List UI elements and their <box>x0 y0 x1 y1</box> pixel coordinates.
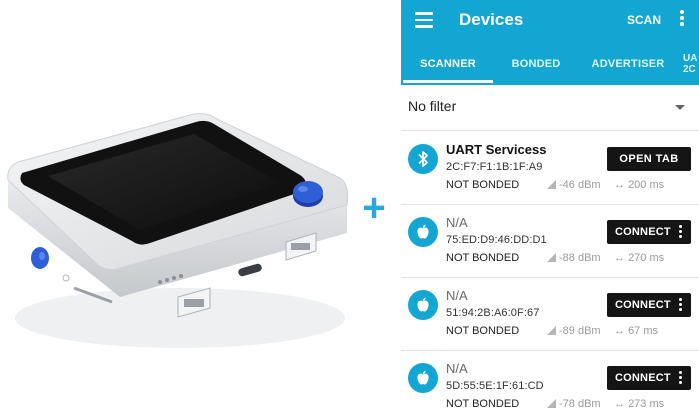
device-mac: 2C:F7:F1:1B:1F:A9 <box>446 161 543 173</box>
device-name: N/A <box>446 361 468 376</box>
plus-separator: + <box>362 186 386 230</box>
divider <box>401 204 699 205</box>
interval: ↔ 200 ms <box>614 179 664 191</box>
connect-button[interactable]: CONNECT <box>607 366 691 390</box>
bond-status: NOT BONDED <box>446 179 520 191</box>
page-title: Devices <box>459 10 524 29</box>
rssi: -46 dBm <box>547 179 601 191</box>
devices-app: Devices SCAN SCANNER BONDED ADVERTISER U… <box>401 0 699 419</box>
connect-label: CONNECT <box>615 372 671 384</box>
device-mac: 75:ED:D9:46:DD:D1 <box>446 234 547 246</box>
interval-arrows-icon: ↔ <box>614 325 629 337</box>
rssi: -89 dBm <box>547 325 601 337</box>
app-bar: Devices SCAN SCANNER BONDED ADVERTISER U… <box>401 0 699 85</box>
bluetooth-icon <box>408 144 438 174</box>
menu-icon[interactable] <box>415 12 433 28</box>
interval-arrows-icon: ↔ <box>614 398 629 410</box>
device-row[interactable]: N/A 5D:55:5E:1F:61:CD NOT BONDED -78 dBm… <box>401 352 699 419</box>
chevron-down-icon <box>675 105 685 110</box>
device-row[interactable]: N/A 75:ED:D9:46:DD:D1 NOT BONDED -88 dBm… <box>401 206 699 278</box>
signal-icon <box>547 399 556 408</box>
tab-partial-line2: 2C <box>683 64 696 75</box>
interval-arrows-icon: ↔ <box>614 252 629 264</box>
bond-status: NOT BONDED <box>446 252 520 264</box>
apple-icon <box>408 290 438 320</box>
tab-partial[interactable]: UA 2C <box>683 53 697 75</box>
rssi-value: -88 dBm <box>559 252 601 264</box>
more-vert-icon[interactable] <box>678 298 682 312</box>
device-row[interactable]: N/A 51:94:2B:A6:0F:67 NOT BONDED -89 dBm… <box>401 279 699 351</box>
connect-label: CONNECT <box>615 299 671 311</box>
device-illustration <box>0 0 360 419</box>
rssi-value: -89 dBm <box>559 325 601 337</box>
tab-bar: SCANNER BONDED ADVERTISER UA 2C <box>401 46 699 85</box>
interval-value: 273 ms <box>628 398 665 410</box>
tab-advertiser[interactable]: ADVERTISER <box>586 46 670 82</box>
more-vert-icon[interactable] <box>678 225 682 239</box>
interval-arrows-icon: ↔ <box>614 179 629 191</box>
scan-button[interactable]: SCAN <box>627 10 661 30</box>
device-mac: 5D:55:5E:1F:61:CD <box>446 380 544 392</box>
bond-status: NOT BONDED <box>446 325 520 337</box>
signal-icon <box>547 180 556 189</box>
tab-indicator <box>403 80 493 83</box>
rssi: -88 dBm <box>547 252 601 264</box>
wio-terminal-image <box>7 113 349 348</box>
tab-scanner[interactable]: SCANNER <box>403 46 493 82</box>
signal-icon <box>547 253 556 262</box>
interval-value: 67 ms <box>628 325 659 337</box>
divider <box>401 277 699 278</box>
device-row[interactable]: UART Servicess 2C:F7:F1:1B:1F:A9 NOT BON… <box>401 133 699 205</box>
device-mac: 51:94:2B:A6:0F:67 <box>446 307 540 319</box>
device-name: UART Servicess <box>446 142 547 157</box>
interval: ↔ 273 ms <box>614 398 664 410</box>
apple-icon <box>408 217 438 247</box>
rssi: -78 dBm <box>547 398 601 410</box>
bond-status: NOT BONDED <box>446 398 520 410</box>
tab-bonded[interactable]: BONDED <box>493 46 579 82</box>
signal-icon <box>547 326 556 335</box>
device-name: N/A <box>446 215 468 230</box>
divider <box>401 350 699 351</box>
open-tab-button[interactable]: OPEN TAB <box>607 147 691 171</box>
rssi-value: -46 dBm <box>559 179 601 191</box>
divider <box>401 130 699 131</box>
interval: ↔ 67 ms <box>614 325 658 337</box>
interval: ↔ 270 ms <box>614 252 664 264</box>
more-vert-icon[interactable] <box>678 371 682 385</box>
connect-button[interactable]: CONNECT <box>607 293 691 317</box>
apple-icon <box>408 363 438 393</box>
overflow-menu-icon[interactable] <box>679 10 685 30</box>
filter-dropdown[interactable]: No filter <box>401 92 699 122</box>
filter-label: No filter <box>408 98 457 114</box>
rssi-value: -78 dBm <box>559 398 601 410</box>
connect-label: CONNECT <box>615 226 671 238</box>
interval-value: 270 ms <box>628 252 665 264</box>
interval-value: 200 ms <box>628 179 665 191</box>
device-name: N/A <box>446 288 468 303</box>
tab-partial-line1: UA <box>683 53 698 64</box>
connect-button[interactable]: CONNECT <box>607 220 691 244</box>
